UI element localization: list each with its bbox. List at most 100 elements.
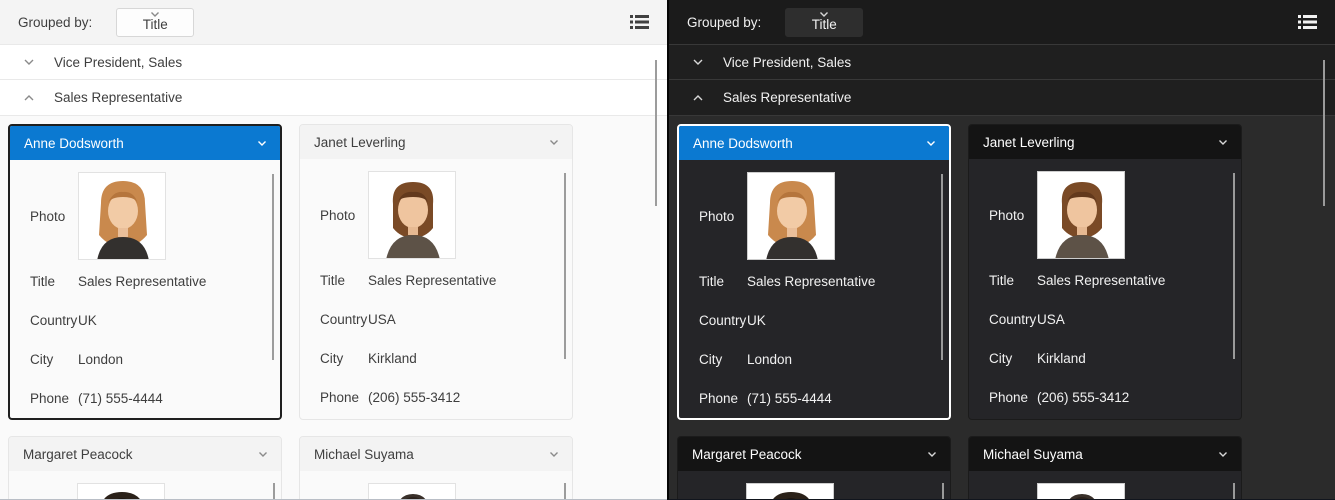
card-title: Margaret Peacock: [692, 446, 802, 462]
field-value-city: Kirkland: [368, 351, 417, 366]
card-title: Margaret Peacock: [23, 446, 133, 462]
field-value-phone: (206) 555-3412: [368, 390, 461, 405]
field-label-phone: Phone: [30, 391, 70, 406]
group-label: Vice President, Sales: [723, 54, 852, 70]
chevron-down-icon: [691, 55, 705, 69]
list-view-icon[interactable]: [630, 14, 649, 30]
panel-scrollbar[interactable]: [1323, 60, 1325, 206]
card-scrollbar[interactable]: [942, 483, 944, 499]
chevron-down-icon: [22, 55, 36, 69]
field-label-title: Title: [989, 273, 1015, 288]
field-label-phone: Phone: [989, 390, 1029, 405]
group-row-sales-representative[interactable]: Sales Representative: [0, 80, 667, 116]
card-title: Michael Suyama: [314, 446, 414, 462]
employee-card-anne-dodsworth[interactable]: Anne Dodsworth Photo Title Sales Represe…: [677, 124, 951, 420]
portrait-photo-michael: [1037, 483, 1125, 499]
card-body: [969, 471, 1241, 499]
employee-card-margaret-peacock[interactable]: Margaret Peacock: [677, 436, 951, 499]
group-row-vice-president[interactable]: Vice President, Sales: [0, 44, 667, 80]
employee-card-michael-suyama[interactable]: Michael Suyama: [299, 436, 573, 499]
card-header[interactable]: Margaret Peacock: [678, 437, 950, 471]
field-value-phone: (206) 555-3412: [1037, 390, 1130, 405]
card-title: Janet Leverling: [314, 134, 406, 150]
chevron-down-icon[interactable]: [926, 448, 938, 460]
card-body: Photo Title Sales Representative Country…: [679, 160, 949, 418]
field-label-city: City: [30, 352, 54, 367]
card-scrollbar[interactable]: [1233, 173, 1235, 359]
chevron-up-icon: [691, 91, 705, 105]
card-body: [9, 471, 281, 499]
portrait-photo-margaret: [77, 483, 165, 499]
card-header[interactable]: Michael Suyama: [969, 437, 1241, 471]
card-title: Anne Dodsworth: [693, 135, 793, 151]
group-row-sales-representative[interactable]: Sales Representative: [669, 80, 1335, 116]
card-body: [678, 471, 950, 499]
group-row-vice-president[interactable]: Vice President, Sales: [669, 44, 1335, 80]
card-header[interactable]: Anne Dodsworth: [679, 126, 949, 160]
portrait-photo-anne: [747, 172, 835, 260]
chevron-down-icon[interactable]: [1217, 448, 1229, 460]
employee-card-margaret-peacock[interactable]: Margaret Peacock: [8, 436, 282, 499]
chevron-down-icon[interactable]: [1217, 136, 1229, 148]
group-label: Sales Representative: [54, 90, 183, 105]
field-value-title: Sales Representative: [747, 274, 876, 289]
field-label-title: Title: [30, 274, 56, 289]
field-value-country: USA: [1037, 312, 1065, 327]
chevron-up-icon: [22, 91, 36, 105]
field-value-title: Sales Representative: [78, 274, 207, 289]
toolbar: Grouped by: Title: [0, 0, 667, 44]
group-label: Sales Representative: [723, 90, 852, 105]
grouped-by-label: Grouped by:: [687, 14, 762, 30]
card-title: Janet Leverling: [983, 134, 1075, 150]
field-value-city: London: [78, 352, 124, 367]
card-scrollbar[interactable]: [272, 174, 274, 360]
group-field-dropdown[interactable]: Title: [785, 7, 864, 37]
card-view-panel-light: Grouped by: Title Vice President, Sales: [0, 0, 667, 500]
field-label-country: Country: [989, 312, 1037, 327]
employee-card-anne-dodsworth[interactable]: Anne Dodsworth Photo Title Sales Represe…: [8, 124, 282, 420]
card-body: Photo Title Sales Representative Country…: [969, 159, 1241, 417]
portrait-photo-janet: [368, 171, 456, 259]
field-value-city: Kirkland: [1037, 351, 1086, 366]
group-field-dropdown[interactable]: Title: [116, 7, 195, 37]
toolbar: Grouped by: Title: [669, 0, 1335, 44]
field-label-photo: Photo: [989, 207, 1025, 223]
card-scrollbar[interactable]: [273, 483, 275, 499]
field-label-title: Title: [699, 274, 725, 289]
field-value-phone: (71) 555-4444: [78, 391, 163, 406]
card-scrollbar[interactable]: [564, 483, 566, 499]
chevron-down-icon[interactable]: [925, 137, 937, 149]
card-grid: Anne Dodsworth Photo Title Sales Represe…: [669, 116, 1335, 499]
list-view-icon[interactable]: [1298, 14, 1317, 30]
employee-card-janet-leverling[interactable]: Janet Leverling Photo Title Sales Repres…: [968, 124, 1242, 420]
chevron-down-icon: [149, 8, 161, 20]
card-view-panel-dark: Grouped by: Title Vice President, Sales: [667, 0, 1335, 500]
card-header[interactable]: Margaret Peacock: [9, 437, 281, 471]
chevron-down-icon[interactable]: [257, 448, 269, 460]
field-label-photo: Photo: [699, 208, 735, 224]
panel-scrollbar[interactable]: [655, 60, 657, 206]
field-label-phone: Phone: [320, 390, 360, 405]
field-label-photo: Photo: [30, 208, 66, 224]
card-header[interactable]: Michael Suyama: [300, 437, 572, 471]
card-scrollbar[interactable]: [564, 173, 566, 359]
group-label: Vice President, Sales: [54, 54, 183, 70]
card-body: Photo Title Sales Representative Country…: [300, 159, 572, 417]
field-label-country: Country: [320, 312, 368, 327]
chevron-down-icon[interactable]: [548, 448, 560, 460]
field-label-country: Country: [699, 313, 747, 328]
employee-card-janet-leverling[interactable]: Janet Leverling Photo Title Sales Repres…: [299, 124, 573, 420]
chevron-down-icon[interactable]: [548, 136, 560, 148]
field-value-country: UK: [78, 313, 97, 328]
chevron-down-icon[interactable]: [256, 137, 268, 149]
card-header[interactable]: Janet Leverling: [300, 125, 572, 159]
card-header[interactable]: Janet Leverling: [969, 125, 1241, 159]
field-value-phone: (71) 555-4444: [747, 391, 832, 406]
card-scrollbar[interactable]: [1233, 483, 1235, 499]
card-grid: Anne Dodsworth Photo Title Sales Represe…: [0, 116, 667, 499]
field-label-title: Title: [320, 273, 346, 288]
card-header[interactable]: Anne Dodsworth: [10, 126, 280, 160]
card-scrollbar[interactable]: [941, 174, 943, 360]
employee-card-michael-suyama[interactable]: Michael Suyama: [968, 436, 1242, 499]
field-label-city: City: [320, 351, 344, 366]
